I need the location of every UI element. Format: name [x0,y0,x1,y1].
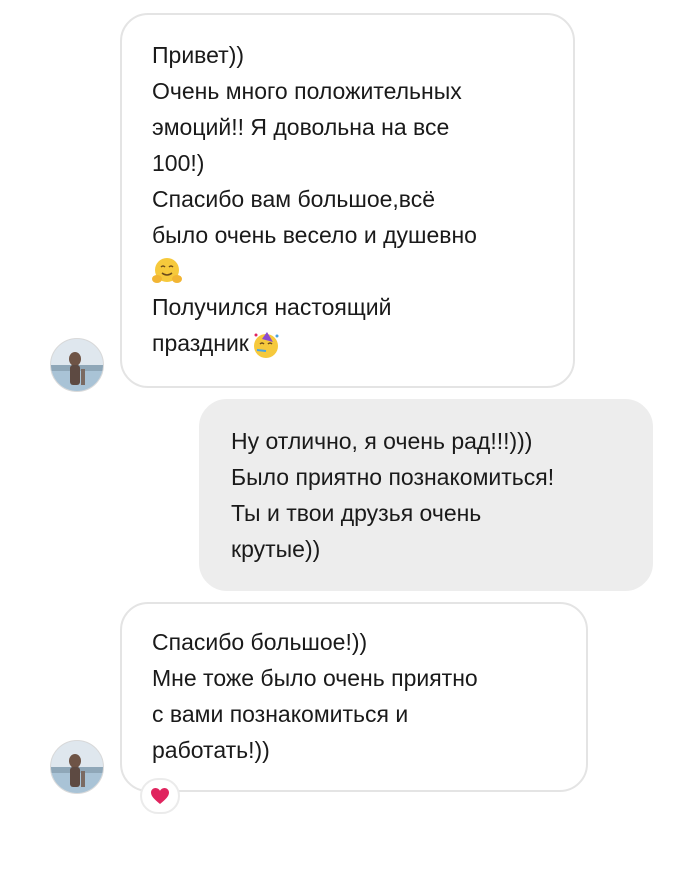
message-line: Мне тоже было очень приятно [152,665,478,691]
message-line: 100!) [152,150,205,176]
message-line: эмоций!! Я довольна на все [152,114,450,140]
message-line: Ты и твои друзья очень [231,500,482,526]
message-line: с вами познакомиться и [152,701,409,727]
outgoing-message[interactable]: Ну отлично, я очень рад!!!))) Было прият… [199,399,653,591]
incoming-message-1[interactable]: Привет)) Очень много положительных эмоци… [120,13,575,388]
avatar-photo-icon [51,741,103,793]
message-line: Получился настоящий [152,294,392,320]
message-line: Было приятно познакомиться! [231,464,555,490]
message-line: крутые)) [231,536,321,562]
partying-face-emoji [253,331,279,358]
message-line-last: праздник [152,325,547,361]
contact-avatar[interactable] [50,338,104,392]
avatar-photo-icon [51,339,103,391]
message-line: работать!)) [152,737,270,763]
heart-icon [151,788,169,804]
message-line: Спасибо вам большое,всё [152,186,436,212]
contact-avatar[interactable] [50,740,104,794]
message-reaction[interactable] [140,778,180,814]
message-line: Ну отлично, я очень рад!!!))) [231,428,533,454]
message-line: Очень много положительных [152,78,462,104]
chat-screen: Привет)) Очень много положительных эмоци… [0,0,700,872]
message-text: праздник [152,330,249,356]
hugging-face-emoji [152,258,182,283]
message-line: Привет)) [152,42,245,68]
message-line: Спасибо большое!)) [152,629,368,655]
message-line: было очень весело и душевно [152,222,477,248]
emoji-line [152,253,547,289]
incoming-message-2[interactable]: Спасибо большое!)) Мне тоже было очень п… [120,602,588,792]
